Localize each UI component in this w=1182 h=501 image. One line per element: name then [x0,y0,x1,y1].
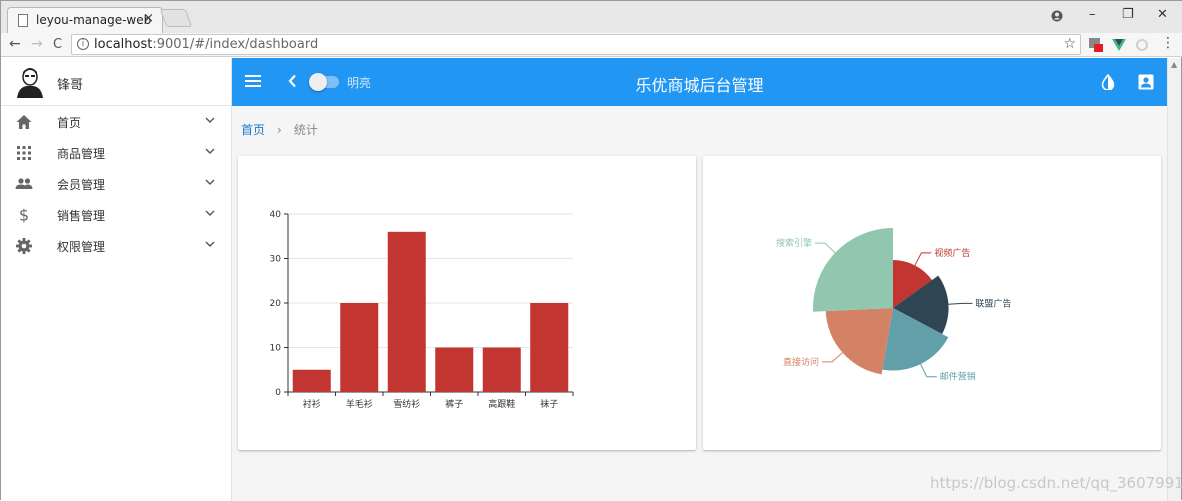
url-text: localhost:9001/#/index/dashboard [94,37,318,52]
chevron-down-icon[interactable] [204,176,216,188]
gear-icon [16,238,32,254]
sidebar-item-label: 商品管理 [57,147,106,161]
main-content: 首页 › 统计 0 10 20 30 40 衬衫 羊毛衫 雪纺衫 裤子 高跟鞋 袜子 视频广告联盟广告邮… [232,106,1167,501]
pie-slice-label: 联盟广告 [975,297,1011,309]
breadcrumb: 首页 › 统计 [241,121,318,138]
profile-icon[interactable] [1051,10,1063,22]
sidebar-item-label: 销售管理 [57,209,106,223]
dollar-icon: $ [19,206,29,224]
minimize-button[interactable]: – [1089,7,1096,22]
sidebar-item-label: 首页 [57,116,82,130]
bar-chart-card: 0 10 20 30 40 衬衫 羊毛衫 雪纺衫 裤子 高跟鞋 袜子 [238,156,696,450]
x-tick-label: 羊毛衫 [346,398,373,410]
breadcrumb-home-link[interactable]: 首页 [241,123,265,137]
extension-icon[interactable] [1135,38,1149,52]
sidebar-item-home[interactable]: 首页 [1,106,231,137]
x-tick-label: 裤子 [445,398,463,410]
app-toolbar: 明亮 乐优商城后台管理 [232,58,1167,106]
url-field[interactable]: i localhost:9001/#/index/dashboard ☆ [71,34,1081,55]
pie-chart: 视频广告联盟广告邮件营销 直接访问 搜索引擎 [776,228,1011,383]
home-icon [16,115,32,129]
svg-text:$: $ [19,206,29,224]
y-tick-label: 30 [270,255,282,265]
y-tick-label: 40 [270,210,282,220]
new-tab-button[interactable] [159,9,193,27]
scrollbar[interactable]: ▲ [1167,58,1181,501]
apps-icon [17,146,31,160]
page-title: 乐优商城后台管理 [635,76,764,95]
pie-label-line [948,302,973,305]
sidebar-item-permissions[interactable]: 权限管理 [1,230,231,261]
sidebar-item-sales[interactable]: $ 销售管理 [1,199,231,230]
scroll-up-icon[interactable]: ▲ [1171,60,1177,69]
pie-label-line [822,352,843,363]
pie-slice[interactable] [813,228,893,312]
x-tick-label: 衬衫 [303,398,321,410]
info-icon[interactable]: i [77,38,89,50]
x-tick-label: 高跟鞋 [488,398,515,410]
invert-colors-icon[interactable] [1100,74,1116,90]
extension-badge-icon[interactable] [1089,38,1103,52]
url-path: :9001/#/index/dashboard [152,37,319,52]
browser-window: leyou-manage-web × – ❐ ✕ ← → C i localho… [0,0,1182,501]
bar[interactable] [340,303,379,392]
tab-close-icon[interactable]: × [143,11,154,26]
pie-slice[interactable] [825,308,893,375]
vue-devtools-icon[interactable] [1112,38,1126,52]
breadcrumb-current: 统计 [293,123,318,137]
x-tick-label: 雪纺衫 [393,398,420,410]
pie-slice-label: 邮件营销 [940,371,976,383]
pie-label-line [815,242,836,254]
bar[interactable] [435,347,474,393]
people-icon [15,178,33,189]
breadcrumb-separator: › [277,123,282,137]
pie-label-line [920,363,937,378]
pie-slice-label: 视频广告 [934,247,970,259]
bar[interactable] [292,369,331,392]
sidebar-item-goods[interactable]: 商品管理 [1,137,231,168]
bar[interactable] [387,231,426,392]
chevron-down-icon[interactable] [204,145,216,157]
user-name: 锋哥 [57,78,84,93]
bar[interactable] [530,303,569,392]
x-tick-label: 袜子 [540,398,558,410]
maximize-button[interactable]: ❐ [1122,7,1134,22]
address-bar: ← → C i localhost:9001/#/index/dashboard… [1,33,1182,57]
pie-slice-label: 搜索引擎 [776,237,812,249]
sidebar-item-label: 会员管理 [57,178,106,192]
user-panel: 锋哥 [1,58,231,106]
tab-title: leyou-manage-web [36,13,152,27]
sidebar-item-members[interactable]: 会员管理 [1,168,231,199]
y-tick-label: 20 [270,299,282,309]
avatar[interactable] [15,66,45,98]
account-box-icon[interactable] [1138,74,1154,90]
pie-chart-card: 视频广告联盟广告邮件营销 直接访问 搜索引擎 [703,156,1161,450]
browser-menu-icon[interactable]: ⋮ [1161,35,1175,51]
close-window-button[interactable]: ✕ [1157,7,1168,22]
back-button[interactable]: ← [9,36,21,52]
bar-chart: 0 10 20 30 40 衬衫 羊毛衫 雪纺衫 裤子 高跟鞋 袜子 [270,210,574,410]
browser-tab[interactable]: leyou-manage-web × [7,7,163,33]
sidebar-item-label: 权限管理 [57,240,106,254]
url-host: localhost [94,37,153,52]
bookmark-star-icon[interactable]: ☆ [1063,36,1076,52]
chevron-down-icon[interactable] [204,207,216,219]
document-icon [18,14,28,27]
sidebar: 锋哥 首页 商品管理 会员管理 $ 销售管理 权限管理 [1,58,232,501]
chevron-down-icon[interactable] [204,238,216,250]
y-tick-label: 0 [275,388,281,398]
tab-strip: leyou-manage-web × – ❐ ✕ [1,1,1182,33]
forward-button[interactable]: → [31,36,43,52]
bar[interactable] [482,347,521,393]
pie-slice-label: 直接访问 [783,356,819,368]
reload-button[interactable]: C [53,37,62,52]
watermark: https://blog.csdn.net/qq_36079912 [930,474,1182,492]
chevron-down-icon[interactable] [204,114,216,126]
pie-label-line [914,252,932,266]
y-tick-label: 10 [270,344,282,354]
